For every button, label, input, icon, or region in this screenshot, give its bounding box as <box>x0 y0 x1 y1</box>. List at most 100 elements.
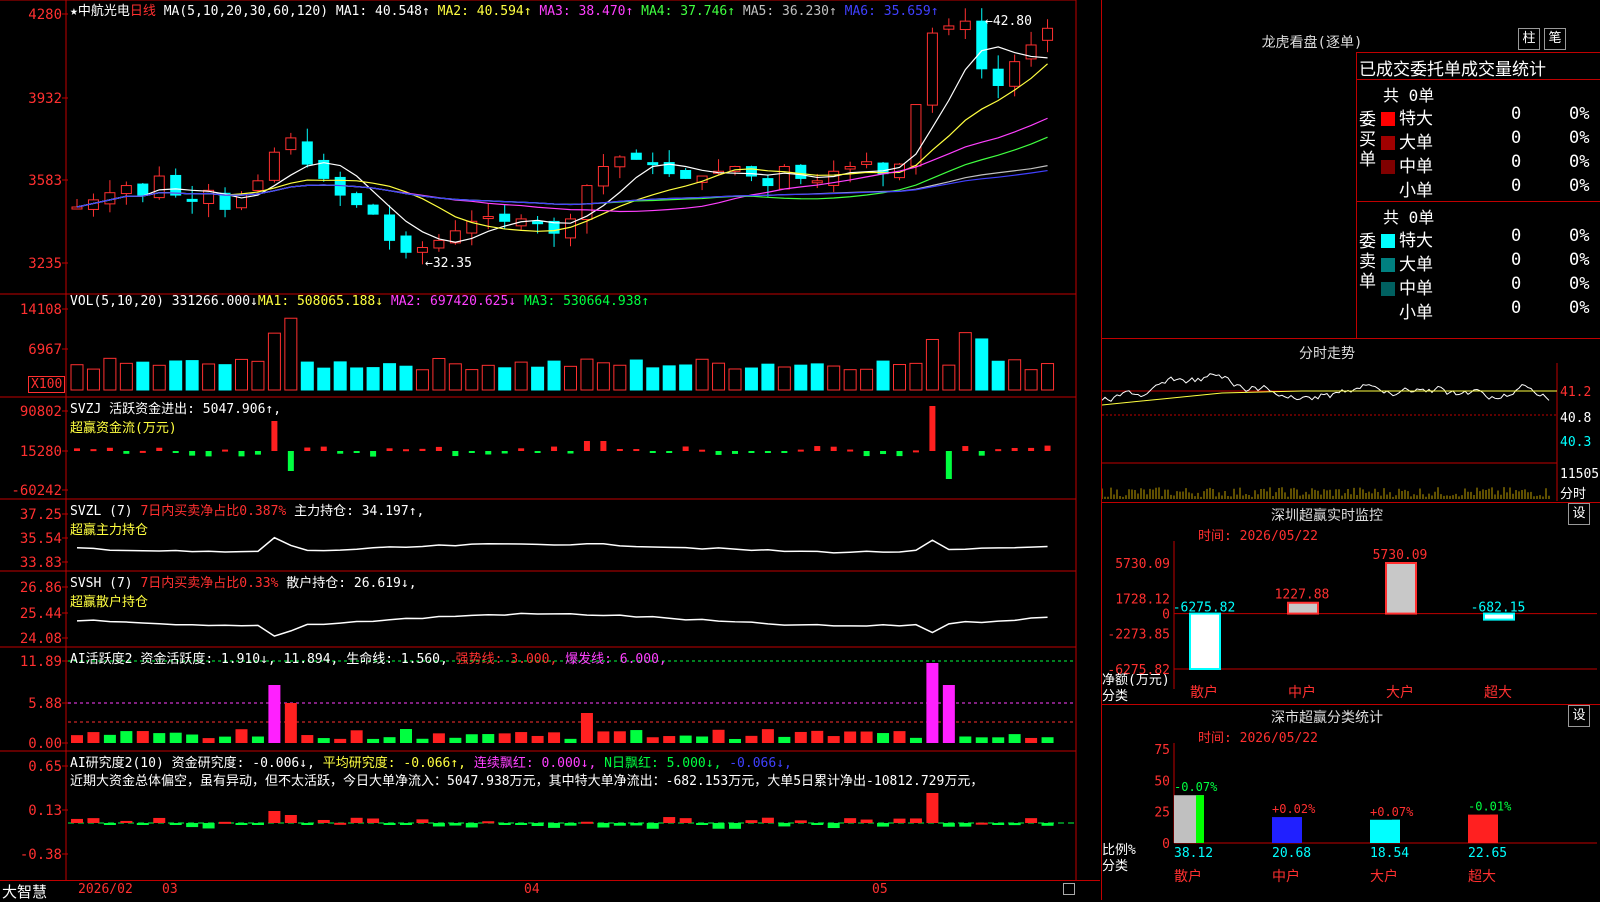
candle-body <box>926 32 938 106</box>
volume-bar <box>284 317 298 391</box>
monitor-axis-label: 1728.12 <box>1115 592 1170 607</box>
axis-tick-label: 14108 <box>20 302 62 318</box>
order-row-value: 0 <box>1511 226 1522 246</box>
classify-axis-label: 50 <box>1154 774 1170 789</box>
volume-bar <box>202 363 216 391</box>
activity-bar <box>383 737 396 743</box>
order-row-pct: 0% <box>1569 128 1590 148</box>
activity-bar <box>942 685 955 743</box>
order-row-name: 特大 <box>1399 231 1433 251</box>
color-swatch <box>1381 112 1395 126</box>
fund-flow-bar <box>912 450 919 453</box>
lock-icon[interactable] <box>1063 883 1075 895</box>
volume-bar <box>761 363 775 391</box>
vol-unit-badge[interactable]: X100 <box>28 376 66 393</box>
candle-body <box>301 141 313 165</box>
research-bar <box>827 823 840 829</box>
research-bar <box>663 817 676 823</box>
monitor-category-label: 中户 <box>1288 684 1316 701</box>
svzj-header: SVZJ 活跃资金进出: 5047.906↑, 超赢资金流(万元) <box>70 398 281 436</box>
classify-value-label: 20.68 <box>1272 846 1311 861</box>
volume-bar <box>613 364 627 391</box>
svzl-header: SVZL (7) 7日内买卖净占比0.387% 主力持仓: 34.197↑, 超… <box>70 500 424 538</box>
research-bar <box>646 823 659 829</box>
fund-flow-bar <box>929 406 936 451</box>
fund-flow-bar <box>962 446 969 451</box>
activity-bar <box>235 729 248 743</box>
monitor-settings-button[interactable]: 设 <box>1568 503 1590 525</box>
activity-bar <box>87 732 100 743</box>
axis-tick-label: 37.25 <box>20 507 62 523</box>
activity-bar <box>219 736 232 743</box>
volume-bar <box>744 367 758 391</box>
order-row-pct: 0% <box>1569 152 1590 172</box>
research-bar <box>498 823 511 825</box>
classify-axis-label: 75 <box>1154 743 1170 758</box>
classify-settings-button[interactable]: 设 <box>1568 705 1590 727</box>
research-bar <box>87 818 100 823</box>
candle-body <box>992 68 1004 86</box>
volume-bar <box>712 362 726 391</box>
price-low-label: ←32.35 <box>425 256 472 271</box>
svsh-hold: 散户持仓: 26.619↓, <box>286 576 417 591</box>
volume-bar <box>958 332 972 391</box>
volume-bar <box>991 360 1005 391</box>
activity-bar <box>1025 737 1038 743</box>
activity-bar <box>416 738 429 743</box>
research-bar <box>449 823 462 826</box>
research-bar <box>745 820 758 823</box>
volume-bar <box>728 368 742 391</box>
activity-bar <box>120 731 133 743</box>
order-row-name: 中单 <box>1399 279 1433 299</box>
fund-flow-bar <box>435 446 442 451</box>
fund-flow-bar <box>682 446 689 451</box>
order-stat-box: 已成交委托单成交量统计 委买单 共 0单 特大 0 0% 大单 0 0% 中单 0 0% 小单 0 0… <box>1356 52 1600 339</box>
research-bar <box>186 823 199 828</box>
vol-ma2: MA2: 697420.625↓ <box>390 294 517 309</box>
research-bar <box>367 818 380 823</box>
candle-body <box>170 174 182 196</box>
chart-canvas[interactable]: 4280 3932 3583 3235 14108 6967 90802 15280 -6024… <box>0 0 1100 880</box>
fund-flow-bar <box>90 449 97 452</box>
color-swatch <box>1381 136 1395 150</box>
research-bar <box>515 823 528 825</box>
fund-flow-bar <box>945 451 952 479</box>
research-bar <box>992 823 1005 825</box>
candle-body <box>482 216 494 220</box>
monitor-panel: 深圳超赢实时监控 设 时间: 2026/05/22 5730.09 1728.12… <box>1102 502 1600 704</box>
research-bar <box>383 823 396 825</box>
volume-bar <box>629 359 643 391</box>
volume-bar <box>333 361 347 391</box>
activity-bar <box>449 737 462 743</box>
candle-body <box>186 198 198 202</box>
period-label[interactable]: 日线 <box>130 4 156 19</box>
volume-bar <box>300 361 314 391</box>
classify-value-label: 18.54 <box>1370 846 1409 861</box>
brand-label: 大智慧 <box>2 883 48 901</box>
research-bar <box>729 823 741 829</box>
candle-body <box>647 162 659 166</box>
fund-flow-bar <box>732 451 738 454</box>
bar-mode-button[interactable]: 柱 <box>1518 28 1540 50</box>
research-bar <box>696 823 709 825</box>
color-swatch <box>1381 306 1395 320</box>
candle-body <box>745 166 757 177</box>
activity-bar <box>712 729 725 743</box>
svsh-title: SVSH (7) <box>70 576 133 591</box>
fund-flow-bar <box>123 451 130 454</box>
star-icon[interactable]: ★ <box>70 4 78 19</box>
fund-flow-bar <box>139 450 146 453</box>
activity-bar <box>548 732 561 743</box>
tick-mode-button[interactable]: 笔 <box>1544 28 1566 50</box>
fenshi-chart[interactable] <box>1102 363 1600 501</box>
research-bar <box>564 823 577 826</box>
fenshi-panel[interactable]: 分时走势 41.2 40.8 40.3 11505 分时 <box>1102 338 1600 502</box>
vol-ma3: MA3: 530664.938↑ <box>523 294 650 309</box>
fund-flow-bar <box>320 446 327 451</box>
activity-bar <box>597 731 610 743</box>
kline-chart-area[interactable]: 4280 3932 3583 3235 14108 6967 90802 15280 -6024… <box>0 0 1100 880</box>
activity-bar <box>827 736 840 743</box>
fund-flow-bar <box>781 451 788 453</box>
svsh-header: SVSH (7) 7日内买卖净占比0.33% 散户持仓: 26.619↓, 超赢… <box>70 572 417 610</box>
color-swatch <box>1381 282 1395 296</box>
